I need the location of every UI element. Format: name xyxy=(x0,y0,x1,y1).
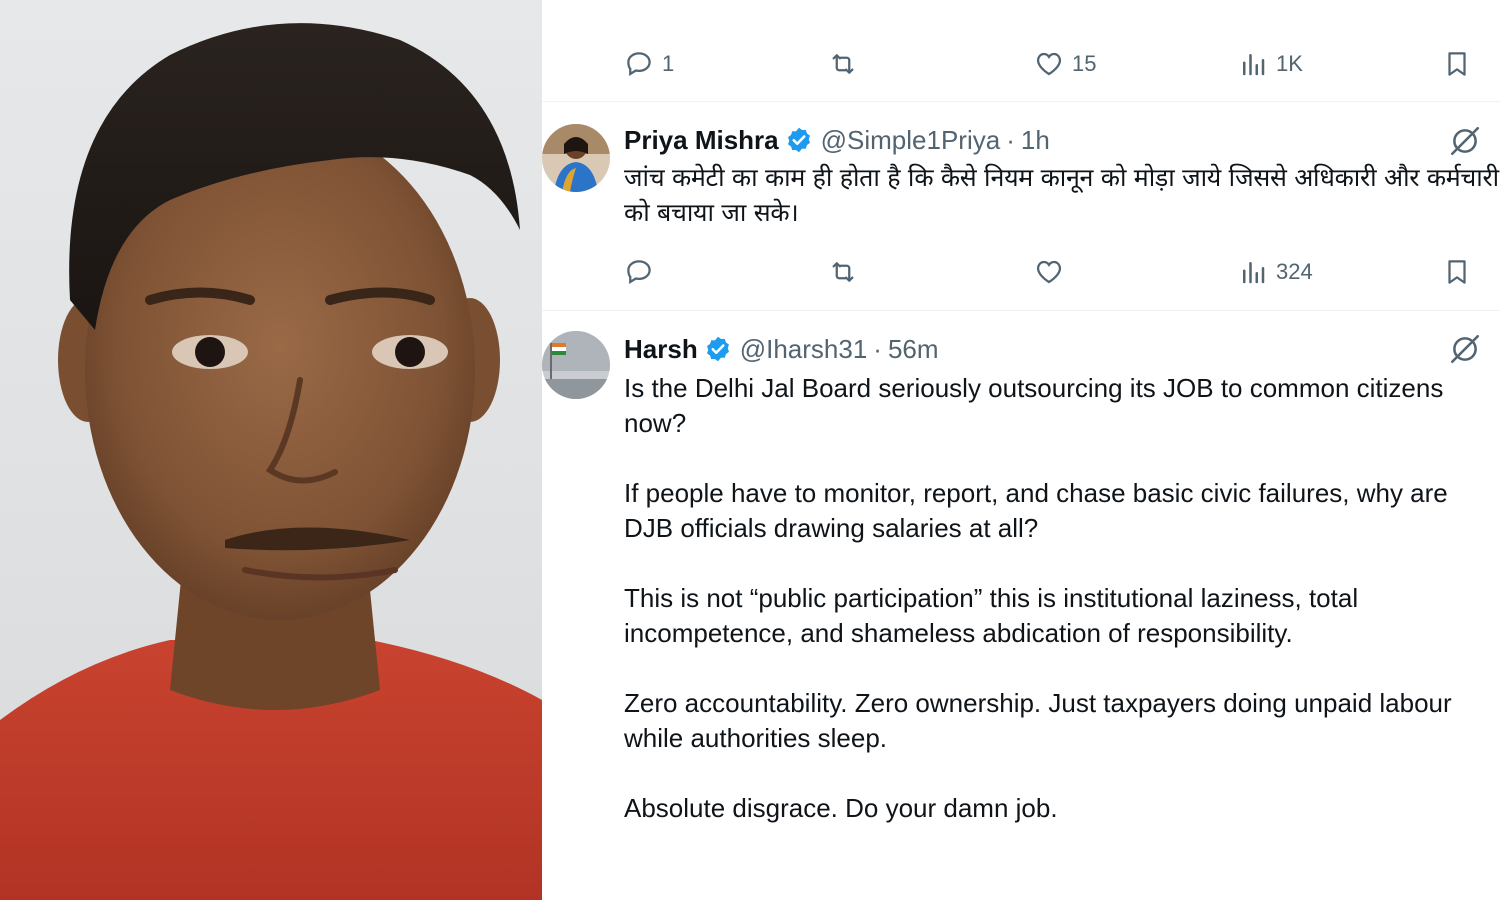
timestamp[interactable]: 56m xyxy=(888,334,939,365)
separator: · xyxy=(1006,124,1015,155)
like-button[interactable] xyxy=(1034,252,1064,292)
tweet-actions-previous: 1 15 1K xyxy=(542,44,1500,84)
display-name[interactable]: Priya Mishra xyxy=(624,125,779,156)
portrait-illustration xyxy=(0,23,542,900)
grok-icon[interactable] xyxy=(1448,124,1482,158)
like-button[interactable]: 15 xyxy=(1034,44,1096,84)
bookmark-icon xyxy=(1448,260,1466,284)
views-button[interactable]: 324 xyxy=(1238,252,1313,292)
tweet-feed: 1 15 1K Priya Mishra @Simple1Priya · 1h … xyxy=(542,0,1500,900)
views-count: 324 xyxy=(1276,259,1313,284)
tweet-paragraph: Zero accountability. Zero ownership. Jus… xyxy=(624,688,1459,753)
retweet-icon xyxy=(832,262,854,282)
reply-button[interactable] xyxy=(624,252,654,292)
avatar-image xyxy=(542,331,610,399)
avatar[interactable] xyxy=(542,331,610,399)
views-button[interactable]: 1K xyxy=(1238,44,1303,84)
verified-badge-icon xyxy=(787,127,810,153)
retweet-button[interactable] xyxy=(828,252,858,292)
tweet-text: जांच कमेटी का काम ही होता है कि कैसे निय… xyxy=(624,163,1499,227)
tweet-paragraph: Is the Delhi Jal Board seriously outsour… xyxy=(624,373,1451,438)
tweet-paragraph: Absolute disgrace. Do your damn job. xyxy=(624,793,1058,823)
tweet-priya-mishra[interactable]: Priya Mishra @Simple1Priya · 1h जांच कमे… xyxy=(542,102,1500,310)
reply-button[interactable]: 1 xyxy=(624,44,674,84)
bookmark-icon xyxy=(1448,52,1466,76)
verified-badge-icon xyxy=(706,336,729,362)
tweet-header: Priya Mishra @Simple1Priya · 1h xyxy=(624,122,1050,158)
tweet-actions: 324 xyxy=(542,252,1500,292)
tweet-header: Harsh @Iharsh31 · 56m xyxy=(624,331,939,367)
bookmark-button[interactable] xyxy=(1442,44,1472,84)
reply-icon xyxy=(627,52,651,77)
timestamp[interactable]: 1h xyxy=(1021,125,1050,156)
heart-icon xyxy=(1036,52,1062,76)
tweet-paragraph: This is not “public participation” this … xyxy=(624,583,1366,648)
views-count: 1K xyxy=(1276,51,1303,76)
display-name[interactable]: Harsh xyxy=(624,334,698,365)
separator: · xyxy=(873,333,882,364)
avatar[interactable] xyxy=(542,124,610,192)
grok-icon[interactable] xyxy=(1448,332,1482,366)
portrait-photo xyxy=(0,0,542,900)
handle[interactable]: @Simple1Priya xyxy=(821,125,1001,156)
like-count: 15 xyxy=(1072,51,1097,76)
avatar-image xyxy=(542,124,610,192)
tweet-paragraph: If people have to monitor, report, and c… xyxy=(624,478,1455,543)
reply-count: 1 xyxy=(662,51,675,76)
retweet-button[interactable] xyxy=(828,44,858,84)
tweet-harsh[interactable]: Harsh @Iharsh31 · 56m Is the Delhi Jal B… xyxy=(542,311,1500,900)
reply-icon xyxy=(627,260,651,285)
views-icon xyxy=(1243,54,1265,76)
heart-icon xyxy=(1036,260,1062,284)
retweet-icon xyxy=(832,54,854,74)
bookmark-button[interactable] xyxy=(1442,252,1472,292)
handle[interactable]: @Iharsh31 xyxy=(740,334,868,365)
views-icon xyxy=(1243,262,1265,284)
